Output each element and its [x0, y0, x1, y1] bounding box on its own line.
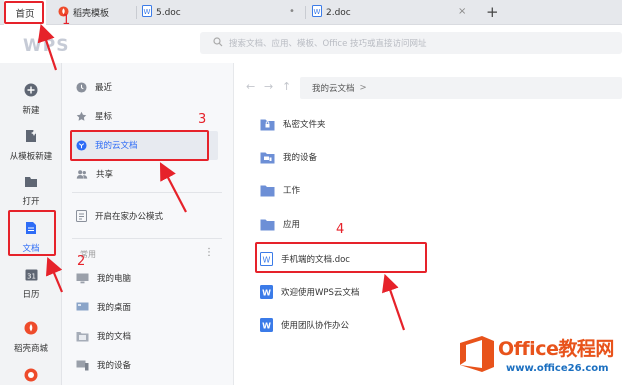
- wps-window: 首页 稻壳模板 W 5.doc • W 2.doc × + WPS 搜索文档、应…: [0, 0, 622, 385]
- arrow-1: [37, 23, 58, 71]
- arrow-4: [382, 273, 406, 331]
- watermark: Office教程网 www.office26.com: [454, 326, 622, 385]
- arrow-2: [45, 256, 64, 293]
- office-logo-icon: [460, 336, 494, 372]
- arrow-3: [159, 162, 187, 213]
- watermark-title: Office教程网: [498, 338, 614, 360]
- watermark-url: www.office26.com: [506, 363, 609, 374]
